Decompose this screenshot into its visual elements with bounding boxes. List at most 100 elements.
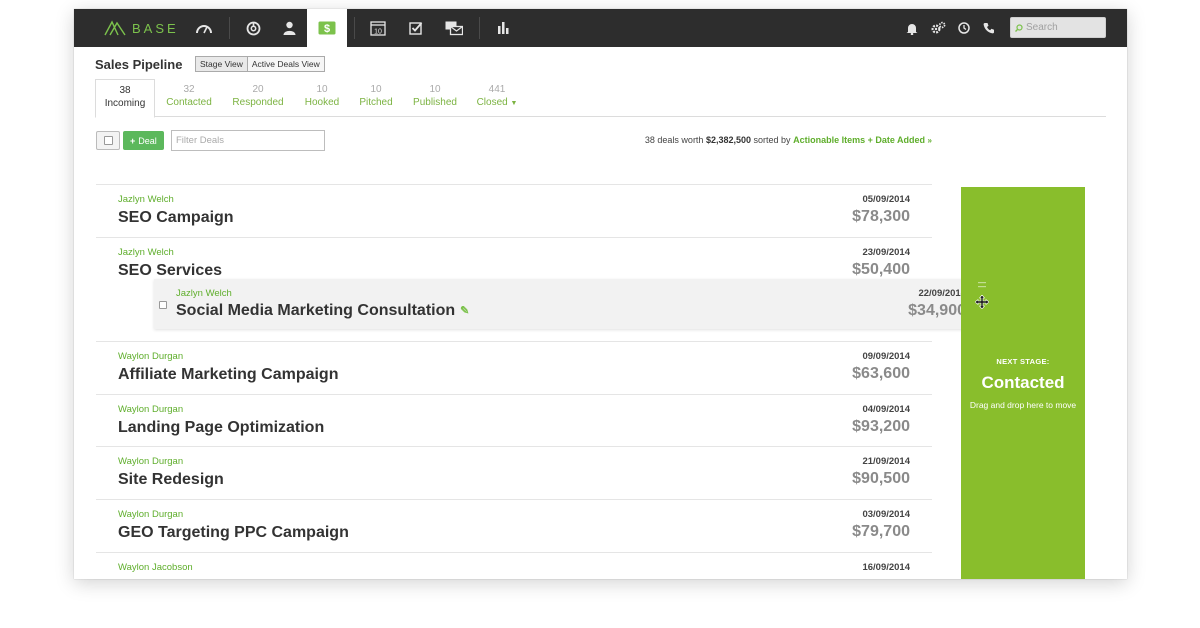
deals-summary: 38 deals worth $2,382,500 sorted by Acti… [644,135,932,145]
tab-label: Responded [232,97,284,108]
add-deal-button[interactable]: + Deal [123,131,164,150]
stage-tabs: 38 Incoming 32 Contacted 20 Responded 10… [95,79,1106,118]
nav-deals[interactable]: $ [307,9,347,47]
deal-owner[interactable]: Waylon Jacobson [118,562,193,573]
drag-handle-icon[interactable]: — — [978,279,988,291]
deal-name[interactable]: GEO Targeting PPC Campaign [118,524,349,542]
tab-hooked[interactable]: 10 Hooked [298,79,346,117]
tab-incoming[interactable]: 38 Incoming [95,79,155,118]
tab-responded[interactable]: 20 Responded [228,79,288,117]
user-icon [283,21,295,35]
base-logo-icon [104,20,126,36]
nav-messages[interactable] [435,9,473,47]
tab-count: 20 [252,84,264,95]
tab-closed[interactable]: 441 Closed ▼ [470,79,524,117]
deal-value: $79,700 [852,523,910,540]
search-input[interactable] [1026,22,1104,33]
deal-row[interactable]: Waylon Durgan Site Redesign 21/09/2014 $… [96,446,932,499]
dragged-deal-card[interactable]: Jazlyn Welch Social Media Marketing Cons… [154,279,976,329]
next-stage-hint: Drag and drop here to move [969,400,1077,410]
nav-reports[interactable] [484,9,522,47]
tab-label: Hooked [304,97,340,108]
select-all-checkbox[interactable] [96,131,120,150]
tab-count: 38 [119,85,131,96]
page-title: Sales Pipeline [95,57,183,72]
app-window: BASE $ 10 Search Sales Pipeline Stage Vi… [74,9,1127,579]
gears-icon [930,21,945,34]
deal-row[interactable]: Waylon Durgan Affiliate Marketing Campai… [96,341,932,394]
tab-published[interactable]: 10 Published [408,79,462,117]
stage-view-button[interactable]: Stage View [195,56,248,72]
deal-value: $78,300 [852,208,910,225]
top-nav: BASE $ 10 Search [74,9,1127,47]
tab-pitched[interactable]: 10 Pitched [352,79,400,117]
deal-date: 16/09/2014 [862,562,910,573]
messages-icon [445,21,463,35]
svg-text:$: $ [324,23,330,35]
double-chevron-down-icon: » [927,136,932,145]
deal-date: 23/09/2014 [862,247,910,258]
nav-power[interactable] [234,9,272,47]
deal-date: 05/09/2014 [862,194,910,205]
deal-date: 09/09/2014 [862,351,910,362]
bar-chart-icon [497,22,508,34]
pencil-icon[interactable]: ✎ [460,304,469,317]
svg-text:10: 10 [374,29,382,36]
deal-owner[interactable]: Waylon Durgan [118,509,183,520]
search-box [1010,17,1106,38]
deal-owner[interactable]: Waylon Durgan [118,404,183,415]
search-icon [1015,23,1023,32]
nav-calendar[interactable]: 10 [359,9,397,47]
logo-text: BASE [132,20,179,36]
deal-name[interactable]: SEO Services [118,262,222,280]
power-icon [246,21,260,35]
tab-label: Contacted [166,97,212,108]
deal-owner[interactable]: Jazlyn Welch [118,247,174,258]
nav-calls[interactable] [970,9,1008,47]
deal-owner[interactable]: Waylon Durgan [118,456,183,467]
add-deal-label: Deal [138,135,157,146]
deal-value: $63,600 [852,365,910,382]
deal-value: $90,500 [852,470,910,487]
tab-count: 441 [488,84,506,95]
deal-name[interactable]: Site Redesign [118,471,224,489]
tab-label: Pitched [359,97,393,108]
deal-name[interactable]: Social Media Marketing Consultation ✎ [176,302,469,320]
tab-count: 10 [370,84,382,95]
bell-icon [906,23,918,35]
deal-date: 21/09/2014 [862,456,910,467]
calendar-icon: 10 [370,21,386,36]
next-stage-drop-zone[interactable]: NEXT STAGE: Contacted Drag and drop here… [961,187,1085,579]
deal-name[interactable]: Affiliate Marketing Campaign [118,366,338,384]
tab-label: Closed ▼ [476,97,518,108]
deal-name[interactable]: SEO Campaign [118,209,234,227]
tab-label: Incoming [104,98,146,109]
filter-deals-input[interactable] [171,130,325,151]
nav-dashboard[interactable] [185,9,223,47]
logo[interactable]: BASE [104,19,179,37]
deal-owner[interactable]: Jazlyn Welch [118,194,174,205]
deal-row[interactable]: Waylon Durgan GEO Targeting PPC Campaign… [96,499,932,552]
deal-name[interactable]: Landing Page Optimization [118,419,324,437]
tab-contacted[interactable]: 32 Contacted [159,79,219,117]
view-toggle: Stage View Active Deals View [195,56,325,72]
next-stage-name: Contacted [981,373,1065,392]
deal-row[interactable]: Waylon Durgan Landing Page Optimization … [96,394,932,447]
deal-value: $50,400 [852,261,910,278]
deal-date: 03/09/2014 [862,509,910,520]
chevron-down-icon: ▼ [510,100,518,107]
deal-owner[interactable]: Jazlyn Welch [176,288,232,299]
dollar-icon: $ [318,21,336,35]
tab-count: 10 [429,84,441,95]
plus-icon: + [130,135,136,146]
nav-tasks[interactable] [397,9,435,47]
sort-selector[interactable]: Actionable Items + Date Added » [793,135,932,145]
deal-value: $93,200 [852,418,910,435]
deal-checkbox[interactable] [159,301,167,309]
deal-row[interactable]: Jazlyn Welch SEO Campaign 05/09/2014 $78… [96,184,932,237]
nav-contacts[interactable] [270,9,308,47]
deal-owner[interactable]: Waylon Durgan [118,351,183,362]
active-deals-view-button[interactable]: Active Deals View [247,56,325,72]
tab-count: 10 [316,84,328,95]
deal-row[interactable]: Waylon Jacobson 16/09/2014 [96,552,932,579]
